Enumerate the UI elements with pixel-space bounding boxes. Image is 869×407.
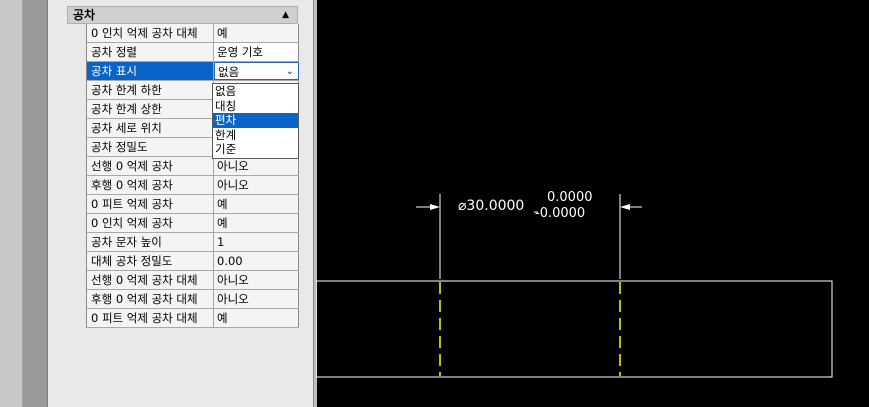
drawing-canvas[interactable] [316, 0, 869, 407]
dimension-text: ⌀30.0000 [458, 198, 525, 214]
property-value[interactable]: 아니오 [214, 157, 299, 175]
property-value[interactable]: 아니오 [214, 271, 299, 289]
property-name: 0 피트 억제 공차 대체 [87, 309, 214, 327]
property-value[interactable]: 예 [214, 309, 299, 327]
property-row[interactable]: 선행 0 억제 공차 아니오 [87, 157, 299, 176]
property-name: 0 피트 억제 공차 [87, 195, 214, 213]
property-value[interactable]: 1 [214, 233, 299, 251]
property-name: 선행 0 억제 공차 [87, 157, 214, 175]
tolerance-upper: 0.0000 [547, 190, 593, 205]
property-row[interactable]: 0 피트 억제 공차 대체 예 [87, 309, 299, 328]
property-name: 0 인치 억제 공차 대체 [87, 24, 214, 42]
property-name: 공차 한계 상한 [87, 100, 214, 118]
section-title: 공차 [73, 8, 96, 22]
property-row[interactable]: 후행 0 억제 공차 대체 아니오 [87, 290, 299, 309]
left-panel-strip [0, 0, 23, 407]
property-value[interactable]: 예 [214, 195, 299, 213]
left-panel-bar [23, 0, 47, 407]
dropdown-option[interactable]: 없음 [213, 84, 298, 99]
property-name: 공차 표시 [87, 62, 214, 80]
property-value[interactable]: 아니오 [214, 176, 299, 194]
property-row[interactable]: 대체 공차 정밀도 0.00 [87, 252, 299, 271]
chevron-down-icon[interactable]: ⌄ [286, 63, 294, 79]
property-name: 공차 문자 높이 [87, 233, 214, 251]
select-value: 없음 [218, 65, 240, 79]
property-row[interactable]: 0 피트 억제 공차 예 [87, 195, 299, 214]
tolerance-display-dropdown-list[interactable]: 없음 대칭 편차 한계 기준 [212, 83, 299, 159]
dropdown-option[interactable]: 대칭 [213, 99, 298, 114]
collapse-icon[interactable]: ▲ [282, 7, 289, 23]
property-value[interactable]: 0.00 [214, 252, 299, 270]
property-value[interactable]: 예 [214, 214, 299, 232]
property-row[interactable]: 0 인치 억제 공차 대체 예 [87, 24, 299, 43]
property-grid: 0 인치 억제 공차 대체 예 공차 정렬 운영 기호 공차 표시 없음 ⌄ 공… [86, 24, 299, 328]
property-name: 선행 0 억제 공차 대체 [87, 271, 214, 289]
property-value[interactable]: 예 [214, 24, 299, 42]
property-name: 공차 세로 위치 [87, 119, 214, 137]
property-row[interactable]: 후행 0 억제 공차 아니오 [87, 176, 299, 195]
dropdown-option-highlighted[interactable]: 편차 [213, 113, 298, 128]
property-name: 0 인치 억제 공차 [87, 214, 214, 232]
part-outline [316, 280, 833, 378]
property-row[interactable]: 선행 0 억제 공차 대체 아니오 [87, 271, 299, 290]
property-row[interactable]: 0 인치 억제 공차 예 [87, 214, 299, 233]
dropdown-option[interactable]: 기준 [213, 142, 298, 157]
property-name: 후행 0 억제 공차 대체 [87, 290, 214, 308]
property-value[interactable]: 아니오 [214, 290, 299, 308]
property-name: 공차 정밀도 [87, 138, 214, 156]
tolerance-lower: -0.0000 [535, 206, 586, 221]
tolerance-section-header[interactable]: 공차 ▲ [67, 6, 298, 24]
property-name: 공차 한계 하한 [87, 81, 214, 99]
property-name: 대체 공차 정밀도 [87, 252, 214, 270]
property-row-selected[interactable]: 공차 표시 없음 ⌄ [87, 62, 299, 81]
property-name: 후행 0 억제 공차 [87, 176, 214, 194]
property-value[interactable]: 운영 기호 [214, 43, 299, 61]
property-name: 공차 정렬 [87, 43, 214, 61]
arrow-right-icon [620, 204, 630, 210]
property-row[interactable]: 공차 문자 높이 1 [87, 233, 299, 252]
dropdown-option[interactable]: 한계 [213, 128, 298, 143]
property-row[interactable]: 공차 정렬 운영 기호 [87, 43, 299, 62]
tolerance-display-select[interactable]: 없음 ⌄ [214, 62, 299, 80]
arrow-left-icon [430, 204, 440, 210]
